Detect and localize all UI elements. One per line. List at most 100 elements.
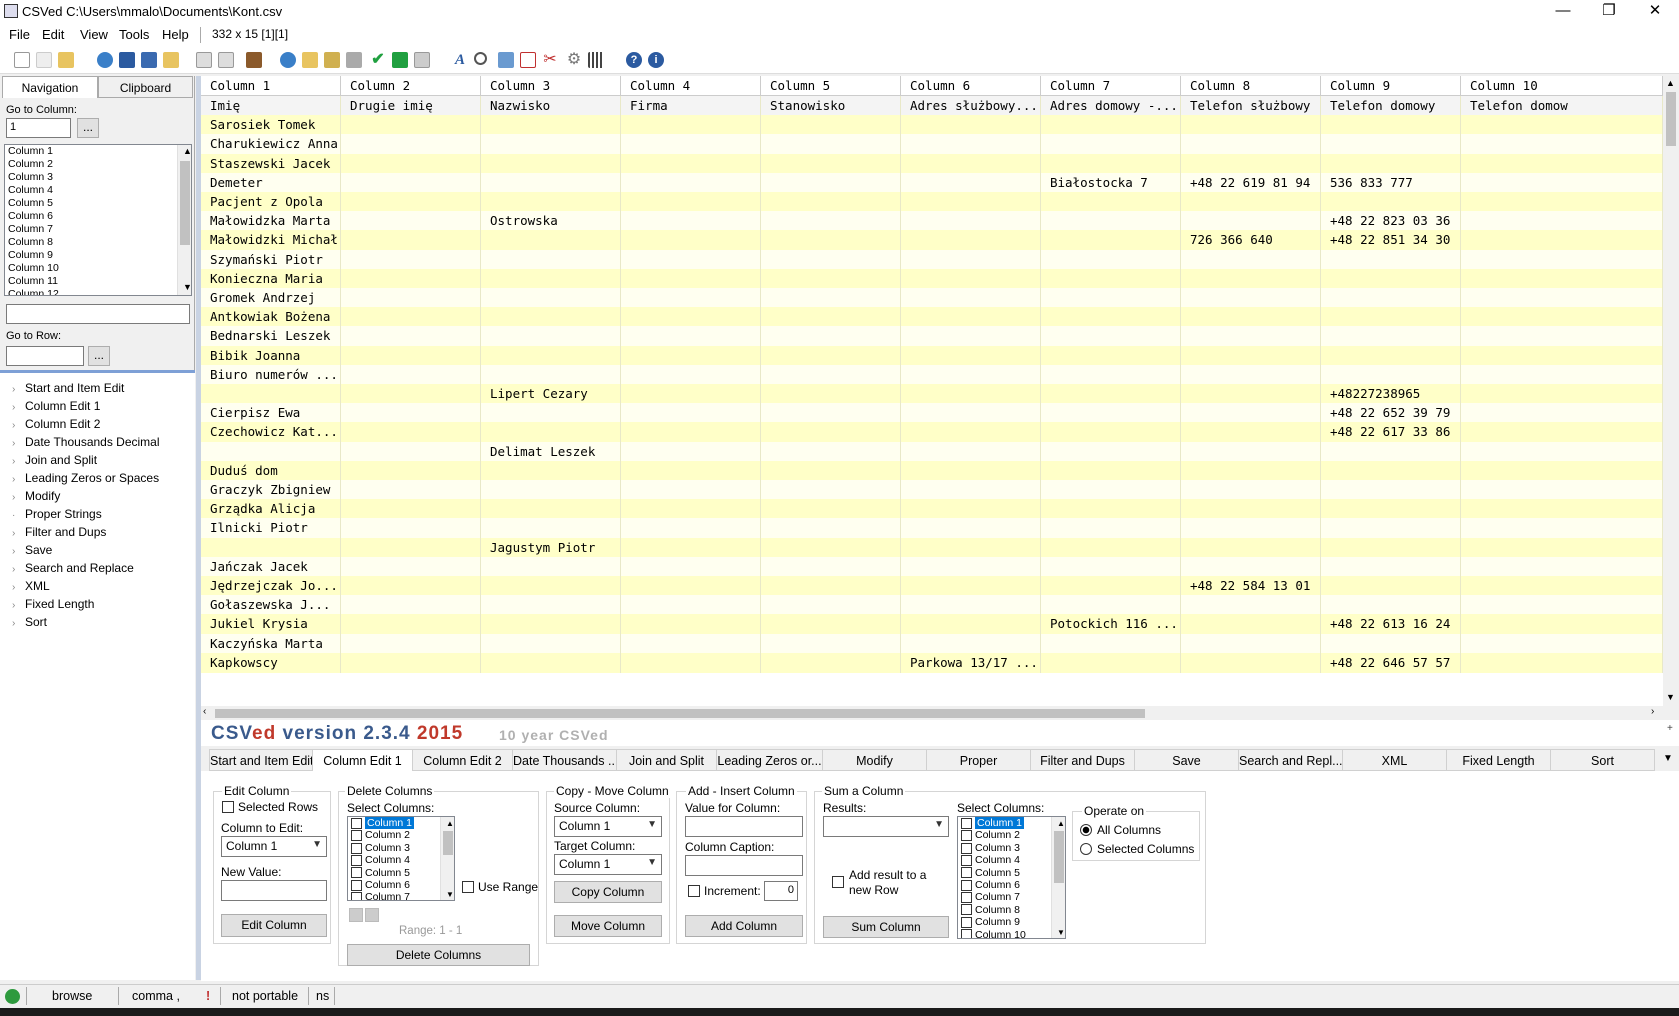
tree-item-sort[interactable]: › Sort [12, 615, 47, 629]
table-cell[interactable]: Białostocka 7 [1041, 172, 1181, 193]
table-row[interactable]: Grządka Alicja [201, 499, 1663, 520]
move-column-button[interactable]: Move Column [554, 915, 662, 937]
pdf-icon[interactable] [520, 52, 536, 68]
table-cell[interactable] [621, 153, 761, 174]
table-cell[interactable] [1461, 307, 1663, 328]
table-cell[interactable]: Charukiewicz Anna [201, 134, 341, 155]
table-cell[interactable] [621, 556, 761, 577]
table-cell[interactable] [481, 153, 621, 174]
table-cell[interactable] [1461, 480, 1663, 500]
tab-clipboard[interactable]: Clipboard [98, 76, 193, 98]
table-cell[interactable] [1041, 307, 1181, 328]
list-item[interactable]: Column 5 [351, 867, 454, 879]
car-icon[interactable] [346, 52, 362, 68]
table-cell[interactable] [621, 288, 761, 308]
menu-file[interactable]: File [9, 27, 30, 42]
list-item[interactable]: Column 6 [351, 879, 454, 891]
table-cell[interactable] [761, 192, 901, 212]
table-cell[interactable] [341, 249, 481, 270]
table-cell[interactable] [1461, 614, 1663, 635]
list-item[interactable]: Column 4 [5, 184, 191, 197]
list-item[interactable]: Column 10 [5, 262, 191, 275]
table-cell[interactable]: Szymański Piotr [201, 249, 341, 270]
table-row[interactable]: Lipert Cezary +48227238965 [201, 384, 1663, 404]
table-row[interactable]: Pacjent z Opola [201, 192, 1663, 212]
tree-item-proper-strings[interactable]: · Proper Strings [12, 507, 102, 521]
table-cell[interactable] [901, 384, 1041, 404]
table-cell[interactable]: Stanowisko [761, 96, 901, 116]
table-cell[interactable] [1321, 345, 1461, 366]
grid-vertical-scrollbar[interactable]: ▲ ▼ [1663, 76, 1679, 706]
sum-list-scrollbar[interactable]: ▲ ▼ [1051, 817, 1065, 938]
table-cell[interactable]: Małowidzki Michał [201, 230, 341, 251]
table-cell[interactable] [1181, 192, 1321, 212]
table-cell[interactable] [901, 134, 1041, 155]
table-cell[interactable] [621, 364, 761, 385]
table-cell[interactable] [621, 192, 761, 212]
maximize-button[interactable]: ❐ [1586, 0, 1632, 24]
info-icon[interactable]: i [648, 52, 664, 68]
table-row[interactable]: Małowidzka Marta Ostrowska +48 22 823 03 3… [201, 211, 1663, 232]
table-cell[interactable] [901, 172, 1041, 193]
table-row[interactable]: Demeter Białostocka 7 +48 22 619 81 94 536 … [201, 172, 1663, 193]
checkbox-icon[interactable] [961, 892, 972, 904]
table-cell[interactable]: +48 22 584 13 01 [1181, 576, 1321, 596]
tree-item-save[interactable]: › Save [12, 543, 52, 557]
table-row[interactable]: Gołaszewska J... [201, 595, 1663, 616]
table-cell[interactable] [1461, 537, 1663, 558]
scroll-up-icon[interactable]: ▲ [180, 145, 191, 158]
table-cell[interactable] [901, 595, 1041, 616]
table-cell[interactable]: Antkowiak Bożena [201, 307, 341, 328]
table-cell[interactable] [341, 537, 481, 558]
table-cell[interactable] [1181, 652, 1321, 673]
table-cell[interactable] [481, 192, 621, 212]
table-cell[interactable]: Ostrowska [481, 211, 621, 232]
table-cell[interactable] [901, 153, 1041, 174]
tab-fixed-length[interactable]: Fixed Length [1447, 749, 1551, 771]
new-value-input[interactable] [221, 880, 327, 901]
table-cell[interactable] [1461, 249, 1663, 270]
scroll-left-icon[interactable]: ‹ [203, 706, 206, 717]
table-cell[interactable]: Biuro numerów ... [201, 364, 341, 385]
table-cell[interactable] [621, 172, 761, 193]
table-cell[interactable] [1461, 268, 1663, 289]
table-row[interactable]: Cierpisz Ewa +48 22 652 39 79 [201, 403, 1663, 424]
table-row[interactable]: Jagustym Piotr [201, 537, 1663, 558]
selected-rows-checkbox[interactable] [222, 801, 234, 813]
table-cell[interactable]: Duduś dom [201, 460, 341, 481]
table-cell[interactable]: +48227238965 [1321, 384, 1461, 404]
table-cell[interactable]: Demeter [201, 172, 341, 193]
table-cell[interactable] [1461, 441, 1663, 462]
table-row[interactable]: Charukiewicz Anna [201, 134, 1663, 155]
table-cell[interactable] [481, 518, 621, 539]
table-cell[interactable]: +48 22 851 34 30 [1321, 230, 1461, 251]
table-cell[interactable]: Potockich 116 ... [1041, 614, 1181, 635]
column-header[interactable]: Column 9 [1321, 76, 1461, 96]
checkbox-icon[interactable] [961, 916, 972, 928]
table-cell[interactable] [341, 192, 481, 212]
table-cell[interactable] [341, 326, 481, 347]
list-item[interactable]: Column 9 [5, 249, 191, 262]
tree-item-date[interactable]: › Date Thousands Decimal [12, 435, 160, 449]
table-cell[interactable] [341, 460, 481, 481]
add-column-button[interactable]: Add Column [685, 915, 803, 937]
table-cell[interactable] [1461, 211, 1663, 232]
table-row[interactable]: Bibik Joanna [201, 345, 1663, 366]
table-cell[interactable] [1181, 326, 1321, 347]
table-cell[interactable]: Telefon domow [1461, 96, 1663, 116]
table-cell[interactable] [901, 192, 1041, 212]
table-cell[interactable] [761, 211, 901, 232]
checkbox-icon[interactable] [961, 817, 972, 829]
table-cell[interactable] [761, 403, 901, 424]
table-cell[interactable] [1041, 595, 1181, 616]
table-cell[interactable] [621, 307, 761, 328]
table-cell[interactable] [1461, 422, 1663, 443]
table-cell[interactable] [761, 441, 901, 462]
tab-navigation[interactable]: Navigation [2, 76, 98, 98]
column-list[interactable]: Column 1 Column 2 Column 3 Column 4 Colu… [4, 144, 192, 296]
column-to-edit-select[interactable]: Column 1 ▼ [221, 836, 327, 857]
table-cell[interactable]: Firma [621, 96, 761, 116]
checkbox-icon[interactable] [961, 854, 972, 866]
checkbox-icon[interactable] [961, 830, 972, 842]
menu-edit[interactable]: Edit [42, 27, 64, 42]
